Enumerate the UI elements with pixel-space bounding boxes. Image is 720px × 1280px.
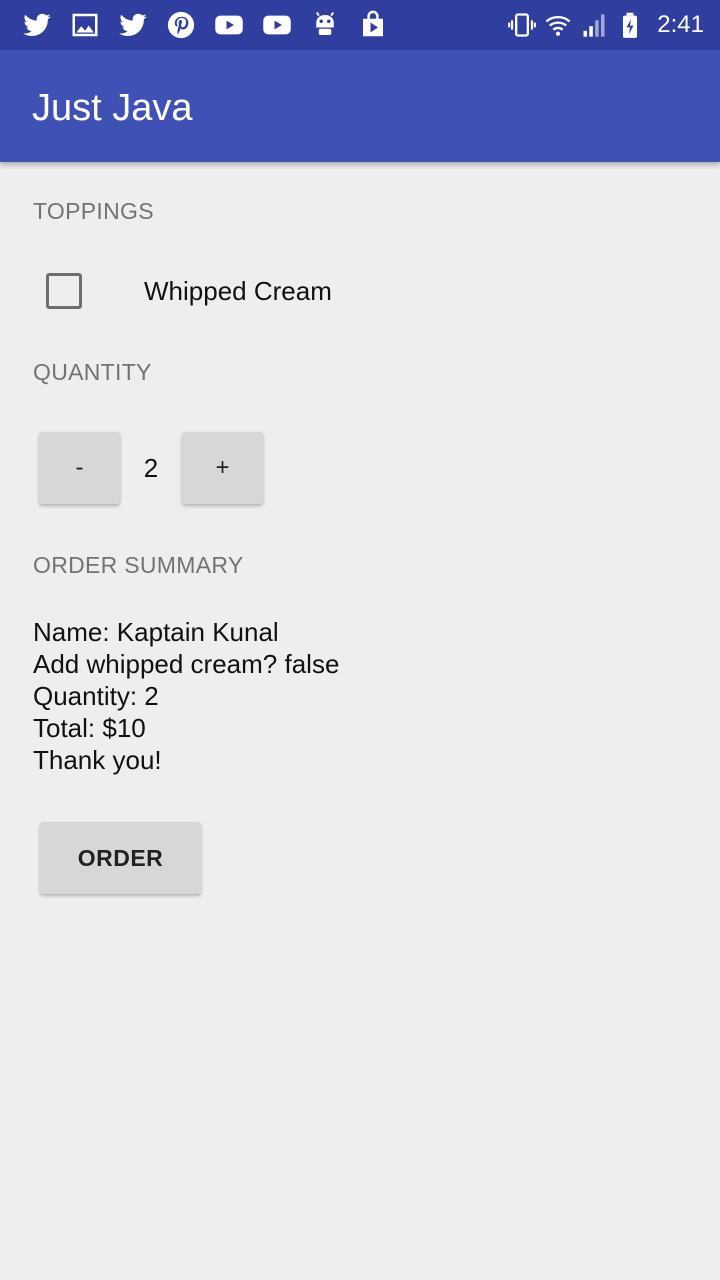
summary-line-whipped-cream: Add whipped cream? false xyxy=(33,649,340,679)
app-title: Just Java xyxy=(32,87,193,129)
summary-line-quantity: Quantity: 2 xyxy=(33,681,159,711)
order-summary-text: Name: Kaptain Kunal Add whipped cream? f… xyxy=(33,616,339,776)
order-button[interactable]: ORDER xyxy=(40,822,201,894)
order-summary-header: ORDER SUMMARY xyxy=(33,552,244,578)
whipped-cream-row[interactable]: Whipped Cream xyxy=(32,258,332,324)
status-time: 2:41 xyxy=(657,11,704,38)
youtube-icon xyxy=(260,8,294,42)
notification-icons xyxy=(20,8,404,42)
increment-button[interactable]: + xyxy=(182,432,263,504)
pinterest-icon xyxy=(164,8,198,42)
toppings-header: TOPPINGS xyxy=(33,198,154,224)
quantity-stepper: - 2 + xyxy=(39,432,263,504)
quantity-header: QUANTITY xyxy=(33,359,152,385)
android-icon xyxy=(308,8,342,42)
vibrate-icon xyxy=(507,8,537,42)
status-bar: 2:41 xyxy=(0,0,720,50)
summary-line-total: Total: $10 xyxy=(33,713,146,743)
battery-charging-icon xyxy=(615,8,645,42)
wifi-icon xyxy=(543,8,573,42)
system-icons: 2:41 xyxy=(507,8,704,42)
play-store-icon xyxy=(356,8,390,42)
twitter-icon xyxy=(116,8,150,42)
whipped-cream-checkbox[interactable] xyxy=(46,273,82,309)
whipped-cream-label[interactable]: Whipped Cream xyxy=(144,276,332,307)
summary-line-thanks: Thank you! xyxy=(33,745,162,775)
app-bar: Just Java xyxy=(0,50,720,162)
twitter-icon xyxy=(20,8,54,42)
quantity-value: 2 xyxy=(143,452,159,483)
signal-icon xyxy=(579,8,609,42)
youtube-icon xyxy=(212,8,246,42)
decrement-button[interactable]: - xyxy=(39,432,120,504)
summary-line-name: Name: Kaptain Kunal xyxy=(33,617,279,647)
gallery-icon xyxy=(68,8,102,42)
